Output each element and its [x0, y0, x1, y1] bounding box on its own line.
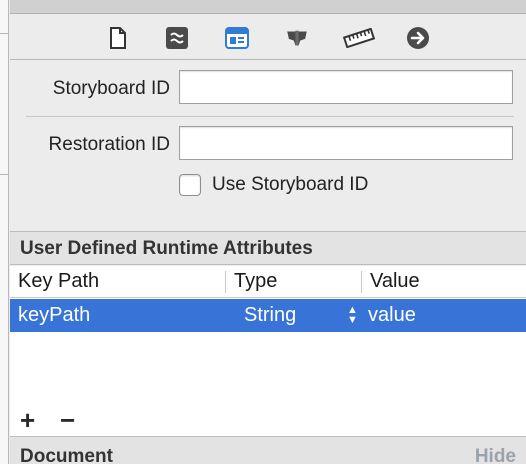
field-separator — [26, 116, 514, 117]
table-row[interactable]: keyPath String ▲ ▼ value — [10, 299, 526, 332]
attributes-inspector-tab[interactable] — [284, 25, 310, 51]
connections-inspector-tab[interactable] — [405, 25, 431, 51]
identity-inspector-tab[interactable] — [224, 25, 250, 51]
table-tools: + − — [10, 404, 526, 436]
column-divider — [225, 271, 226, 293]
runtime-attributes-header: User Defined Runtime Attributes — [10, 231, 526, 265]
attributes-icon — [287, 30, 307, 46]
identity-icon — [225, 27, 249, 49]
runtime-attributes-title: User Defined Runtime Attributes — [20, 238, 313, 259]
document-section-header: Document Hide — [10, 436, 526, 464]
ruler-icon — [343, 28, 375, 48]
column-divider — [361, 271, 362, 293]
hide-button[interactable]: Hide — [475, 446, 516, 464]
value-cell[interactable]: value — [368, 304, 416, 327]
add-attribute-button[interactable]: + — [20, 405, 35, 436]
restoration-id-label: Restoration ID — [48, 134, 170, 155]
editor-edge-divider — [0, 33, 9, 34]
quick-help-tab[interactable] — [164, 25, 190, 51]
column-type[interactable]: Type — [234, 270, 277, 293]
remove-attribute-button[interactable]: − — [60, 405, 75, 436]
inspector-top-bar — [10, 0, 526, 14]
type-cell[interactable]: String — [244, 304, 296, 327]
storyboard-id-label: Storyboard ID — [52, 78, 170, 99]
type-popup-arrows-icon[interactable]: ▲ ▼ — [347, 305, 358, 326]
key-path-cell[interactable]: keyPath — [18, 304, 90, 327]
editor-edge — [0, 0, 9, 464]
column-key-path[interactable]: Key Path — [18, 270, 99, 293]
size-inspector-tab[interactable] — [343, 25, 375, 51]
inspector-tab-bar — [10, 15, 526, 60]
quick-help-icon — [166, 27, 188, 49]
column-value[interactable]: Value — [370, 270, 420, 293]
editor-edge-divider — [0, 174, 9, 175]
runtime-attributes-table: Key Path Type Value keyPath String ▲ ▼ va… — [10, 266, 526, 404]
storyboard-id-field[interactable] — [179, 70, 513, 104]
document-title: Document — [20, 446, 113, 464]
document-icon — [110, 27, 126, 49]
table-header: Key Path Type Value — [10, 266, 526, 298]
arrow-circle-icon — [407, 27, 429, 49]
use-storyboard-id-label: Use Storyboard ID — [212, 174, 369, 195]
use-storyboard-id-checkbox[interactable] — [179, 174, 201, 196]
restoration-id-field[interactable] — [179, 126, 513, 160]
file-inspector-tab[interactable] — [105, 25, 131, 51]
